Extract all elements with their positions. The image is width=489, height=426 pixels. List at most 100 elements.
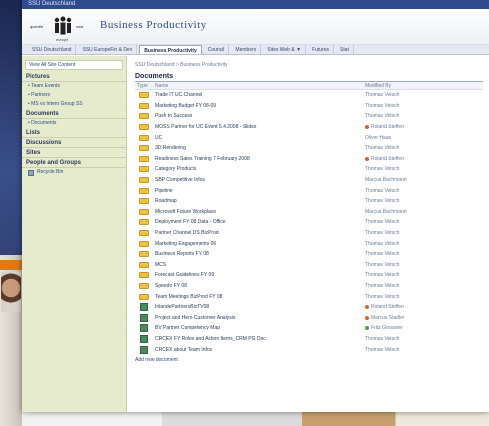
quick-launch-item[interactable]: • Partners — [22, 91, 126, 100]
row-modified-by[interactable]: Thomas Vetsch — [365, 166, 483, 172]
table-row[interactable]: Push to Success Thomas Vetsch — [135, 111, 483, 122]
row-name-link[interactable]: Trade IT UC Channel — [155, 92, 365, 98]
table-row[interactable]: UC Oliver Haas — [135, 132, 483, 143]
column-type[interactable]: Type — [135, 82, 155, 89]
table-row[interactable]: Forecast Guidelines FY 09 Thomas Vetsch — [135, 270, 483, 281]
row-name-link[interactable]: Pipeline — [155, 188, 365, 194]
row-modified-by[interactable]: Thomas Vetsch — [365, 92, 483, 98]
table-row[interactable]: Roadmap Thomas Vetsch — [135, 196, 483, 207]
row-name-link[interactable]: Category Products — [155, 166, 365, 172]
row-name-link[interactable]: Deployment FY 08 Data - Office — [155, 219, 365, 225]
row-modified-by[interactable]: Thomas Vetsch — [365, 145, 483, 151]
view-all-site-content-link[interactable]: View All Site Content — [25, 60, 123, 70]
column-modified-by[interactable]: Modified By — [365, 82, 483, 89]
column-name[interactable]: Name — [155, 82, 365, 89]
table-row[interactable]: Marketing Engagements 06 Thomas Vetsch — [135, 238, 483, 249]
table-row[interactable]: CRCEX about Team Infos Thomas Vetsch — [135, 344, 483, 355]
row-name-link[interactable]: Business Reports FY 08 — [155, 251, 365, 257]
row-modified-by[interactable]: Thomas Vetsch — [365, 241, 483, 247]
row-modified-by[interactable]: Marcus Stadler — [365, 315, 483, 321]
table-row[interactable]: Team Meetings BizProd FY 08 Thomas Vetsch — [135, 291, 483, 302]
table-row[interactable]: CRCEX FY Roles and Action Items_CRM PG D… — [135, 334, 483, 345]
row-modified-by[interactable]: Roland Steffen — [365, 304, 483, 310]
table-row[interactable]: Partner Channel DS BizProd Thomas Vetsch — [135, 228, 483, 239]
row-name-link[interactable]: SBP Competitive Infos — [155, 177, 365, 183]
breadcrumb[interactable]: SSU Deutschland > Business Productivity — [135, 62, 483, 68]
row-modified-by[interactable]: Thomas Vetsch — [365, 198, 483, 204]
table-row[interactable]: Marketing Budget FY 08-09 Thomas Vetsch — [135, 101, 483, 112]
row-name-link[interactable]: Partner Channel DS BizProd — [155, 230, 365, 236]
row-modified-by[interactable]: Thomas Vetsch — [365, 103, 483, 109]
table-row[interactable]: MOSS Partner for UC Event 5.4.2008 - Sli… — [135, 122, 483, 133]
tab-7[interactable]: Stat — [336, 45, 354, 54]
row-name-link[interactable]: Marketing Engagements 06 — [155, 241, 365, 247]
row-name-link[interactable]: InlandePartnersBizTV08 — [155, 304, 365, 310]
row-modified-by[interactable]: Thomas Vetsch — [365, 262, 483, 268]
row-name-link[interactable]: Roadmap — [155, 198, 365, 204]
table-row[interactable]: Deployment FY 08 Data - Office Thomas Vet… — [135, 217, 483, 228]
tab-3[interactable]: Council — [204, 45, 230, 54]
tab-4[interactable]: Members — [231, 45, 262, 54]
row-modified-by[interactable]: Thomas Vetsch — [365, 347, 483, 353]
quick-launch-heading[interactable]: Sites — [22, 148, 126, 158]
row-modified-by[interactable]: Thomas Vetsch — [365, 113, 483, 119]
row-name-link[interactable]: BV Partner Competency Map — [155, 325, 365, 331]
row-name-link[interactable]: Forecast Guidelines FY 09 — [155, 272, 365, 278]
tab-1[interactable]: SSU EuropeFin & Dev — [78, 45, 138, 54]
table-row[interactable]: InlandePartnersBizTV08 Roland Steffen — [135, 302, 483, 313]
table-row[interactable]: 3D Rendering Thomas Vetsch — [135, 143, 483, 154]
row-name-link[interactable]: 3D Rendering — [155, 145, 365, 151]
row-name-link[interactable]: Microsoft Future Workplace — [155, 209, 365, 215]
row-modified-by[interactable]: Roland Steffen — [365, 124, 483, 130]
table-row[interactable]: Microsoft Future Workplace Marcus Bachman… — [135, 207, 483, 218]
row-modified-by[interactable]: Thomas Vetsch — [365, 272, 483, 278]
table-row[interactable]: Project and Hero Customer Analysis Marcus… — [135, 312, 483, 323]
row-modified-by[interactable]: Marcus Bachmann — [365, 177, 483, 183]
row-name-link[interactable]: Marketing Budget FY 08-09 — [155, 103, 365, 109]
row-name-link[interactable]: Readiness Sales Training 7 February 2008 — [155, 156, 365, 162]
row-modified-by[interactable]: Thomas Vetsch — [365, 283, 483, 289]
table-row[interactable]: Readiness Sales Training 7 February 2008… — [135, 154, 483, 165]
row-modified-by[interactable]: Fritz Grossner — [365, 325, 483, 331]
quick-launch-heading[interactable]: Lists — [22, 128, 126, 138]
row-name-link[interactable]: Speedo FY 08 — [155, 283, 365, 289]
site-title[interactable]: Business Productivity — [100, 19, 207, 31]
table-row[interactable]: Trade IT UC Channel Thomas Vetsch — [135, 90, 483, 101]
row-name-link[interactable]: MOSS Partner for UC Event 5.4.2008 - Sli… — [155, 124, 365, 130]
row-modified-by[interactable]: Thomas Vetsch — [365, 188, 483, 194]
row-modified-by[interactable]: Roland Steffen — [365, 156, 483, 162]
quick-launch-item[interactable]: • MS vs Intern Group SS — [22, 100, 126, 109]
quick-launch-heading[interactable]: Pictures — [22, 72, 126, 82]
topbar-title[interactable]: SSU Deutschland — [28, 1, 75, 7]
row-modified-by[interactable]: Thomas Vetsch — [365, 219, 483, 225]
tab-0[interactable]: SSU Deutschland — [28, 45, 77, 54]
documents-heading[interactable]: Documents — [135, 73, 483, 82]
row-name-link[interactable]: MCS — [155, 262, 365, 268]
table-row[interactable]: Pipeline Thomas Vetsch — [135, 185, 483, 196]
table-row[interactable]: Speedo FY 08 Thomas Vetsch — [135, 281, 483, 292]
tab-5[interactable]: Sites Web & ▼ — [263, 45, 307, 54]
row-name-link[interactable]: CRCEX FY Roles and Action Items_CRM PG D… — [155, 336, 365, 342]
add-new-document-link[interactable]: Add new document — [135, 357, 483, 363]
row-modified-by[interactable]: Thomas Vetsch — [365, 336, 483, 342]
quick-launch-heading[interactable]: Discussions — [22, 138, 126, 148]
table-row[interactable]: BV Partner Competency Map Fritz Grossner — [135, 323, 483, 334]
quick-launch-item[interactable]: • Documents — [22, 119, 126, 128]
row-modified-by[interactable]: Thomas Vetsch — [365, 251, 483, 257]
row-modified-by[interactable]: Thomas Vetsch — [365, 230, 483, 236]
tab-2[interactable]: Business Productivity — [139, 45, 202, 54]
row-modified-by[interactable]: Oliver Haas — [365, 135, 483, 141]
row-name-link[interactable]: Push to Success — [155, 113, 365, 119]
row-name-link[interactable]: CRCEX about Team Infos — [155, 347, 365, 353]
row-modified-by[interactable]: Thomas Vetsch — [365, 294, 483, 300]
quick-launch-heading[interactable]: People and Groups — [22, 158, 126, 168]
table-row[interactable]: Business Reports FY 08 Thomas Vetsch — [135, 249, 483, 260]
row-name-link[interactable]: Project and Hero Customer Analysis — [155, 315, 365, 321]
quick-launch-item[interactable]: • Team Events — [22, 82, 126, 91]
row-name-link[interactable]: UC — [155, 135, 365, 141]
table-row[interactable]: SBP Competitive Infos Marcus Bachmann — [135, 175, 483, 186]
table-row[interactable]: Category Products Thomas Vetsch — [135, 164, 483, 175]
table-row[interactable]: MCS Thomas Vetsch — [135, 260, 483, 271]
tab-6[interactable]: Futures — [308, 45, 334, 54]
row-modified-by[interactable]: Marcus Bachmann — [365, 209, 483, 215]
